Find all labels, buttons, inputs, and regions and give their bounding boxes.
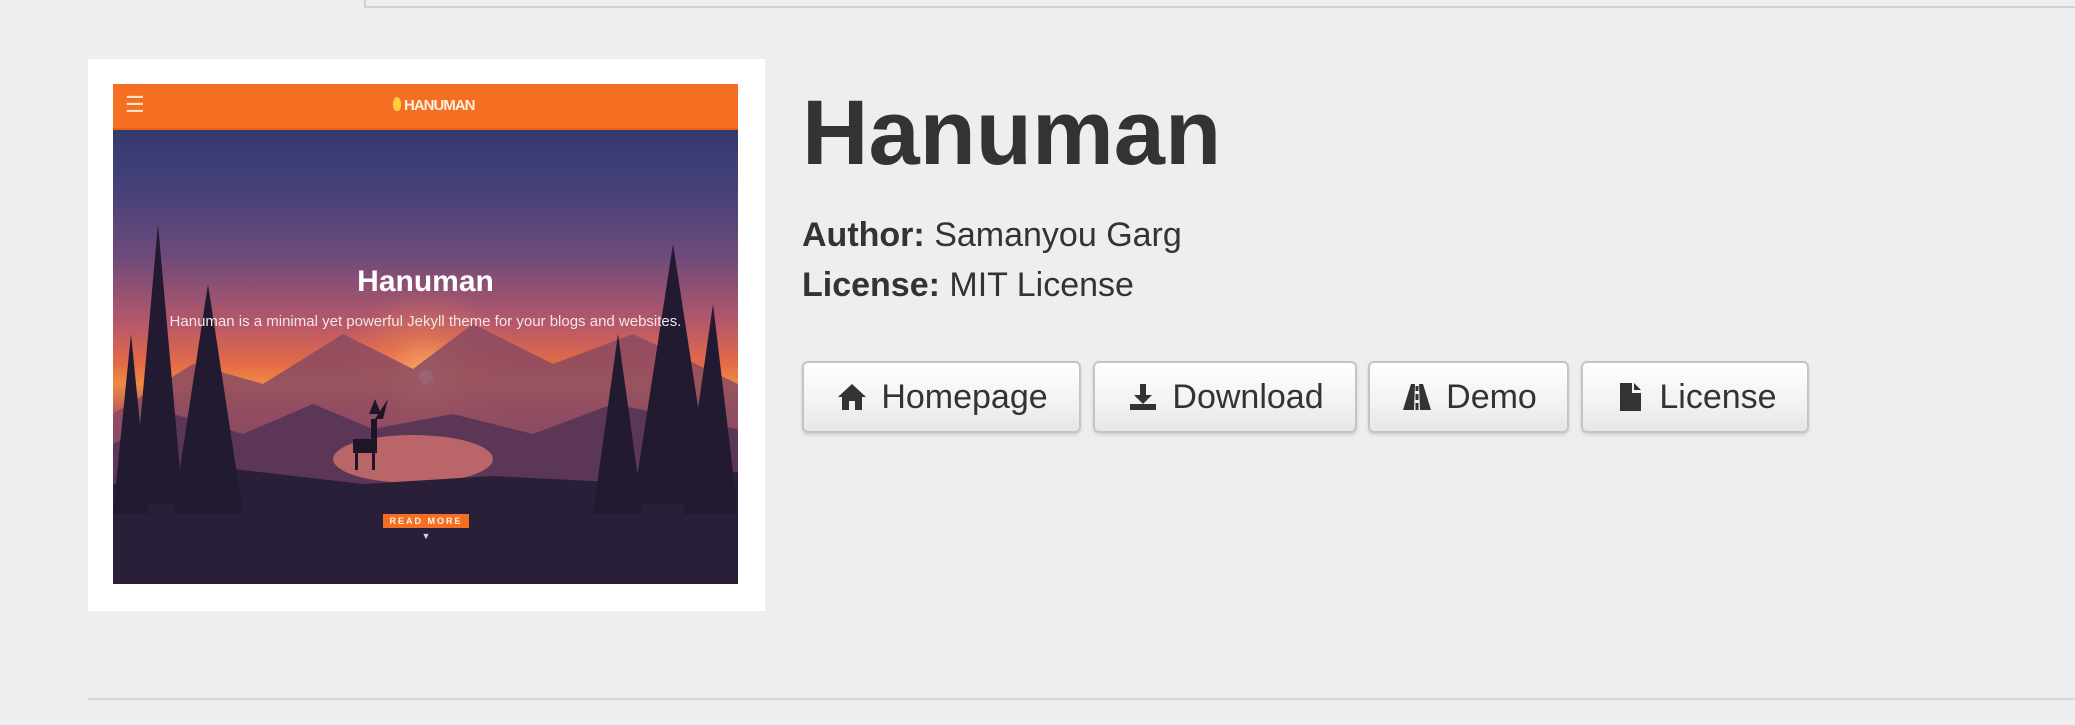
home-icon — [835, 380, 869, 414]
homepage-button[interactable]: Homepage — [802, 361, 1081, 433]
preview-logo-text: HANUMAN — [404, 97, 475, 114]
theme-screenshot: ☰ HANUMAN Hanuman Hanuman is a minimal y… — [113, 84, 738, 584]
download-button[interactable]: Download — [1093, 361, 1357, 433]
license-value: MIT License — [949, 266, 1134, 304]
license-button[interactable]: License — [1581, 361, 1809, 433]
author-label: Author: — [802, 216, 925, 254]
license-label: License: — [802, 266, 940, 304]
top-divider — [364, 0, 2075, 8]
chevron-down-icon: ▼ — [421, 531, 431, 541]
theme-thumbnail-card[interactable]: ☰ HANUMAN Hanuman Hanuman is a minimal y… — [88, 59, 765, 611]
bottom-divider — [88, 698, 2075, 700]
license-button-label: License — [1659, 377, 1777, 416]
author-line: Author: Samanyou Garg — [802, 213, 1602, 257]
preview-navbar: ☰ HANUMAN — [113, 84, 738, 130]
preview-subtitle: Hanuman is a minimal yet powerful Jekyll… — [169, 313, 682, 330]
homepage-button-label: Homepage — [881, 377, 1048, 416]
hamburger-icon: ☰ — [125, 92, 145, 117]
preview-read-more-button: READ MORE — [383, 514, 469, 528]
page-title: Hanuman — [802, 82, 1222, 184]
theme-detail-page: ☰ HANUMAN Hanuman Hanuman is a minimal y… — [0, 0, 2075, 725]
demo-button[interactable]: Demo — [1368, 361, 1569, 433]
author-value: Samanyou Garg — [934, 216, 1182, 254]
file-icon — [1613, 380, 1647, 414]
license-line: License: MIT License — [802, 263, 1602, 307]
demo-button-label: Demo — [1446, 377, 1537, 416]
download-icon — [1126, 380, 1160, 414]
download-button-label: Download — [1172, 377, 1324, 416]
preview-title: Hanuman — [357, 265, 494, 298]
preview-logo: HANUMAN — [393, 94, 503, 118]
flame-icon — [393, 97, 401, 111]
road-icon — [1400, 380, 1434, 414]
